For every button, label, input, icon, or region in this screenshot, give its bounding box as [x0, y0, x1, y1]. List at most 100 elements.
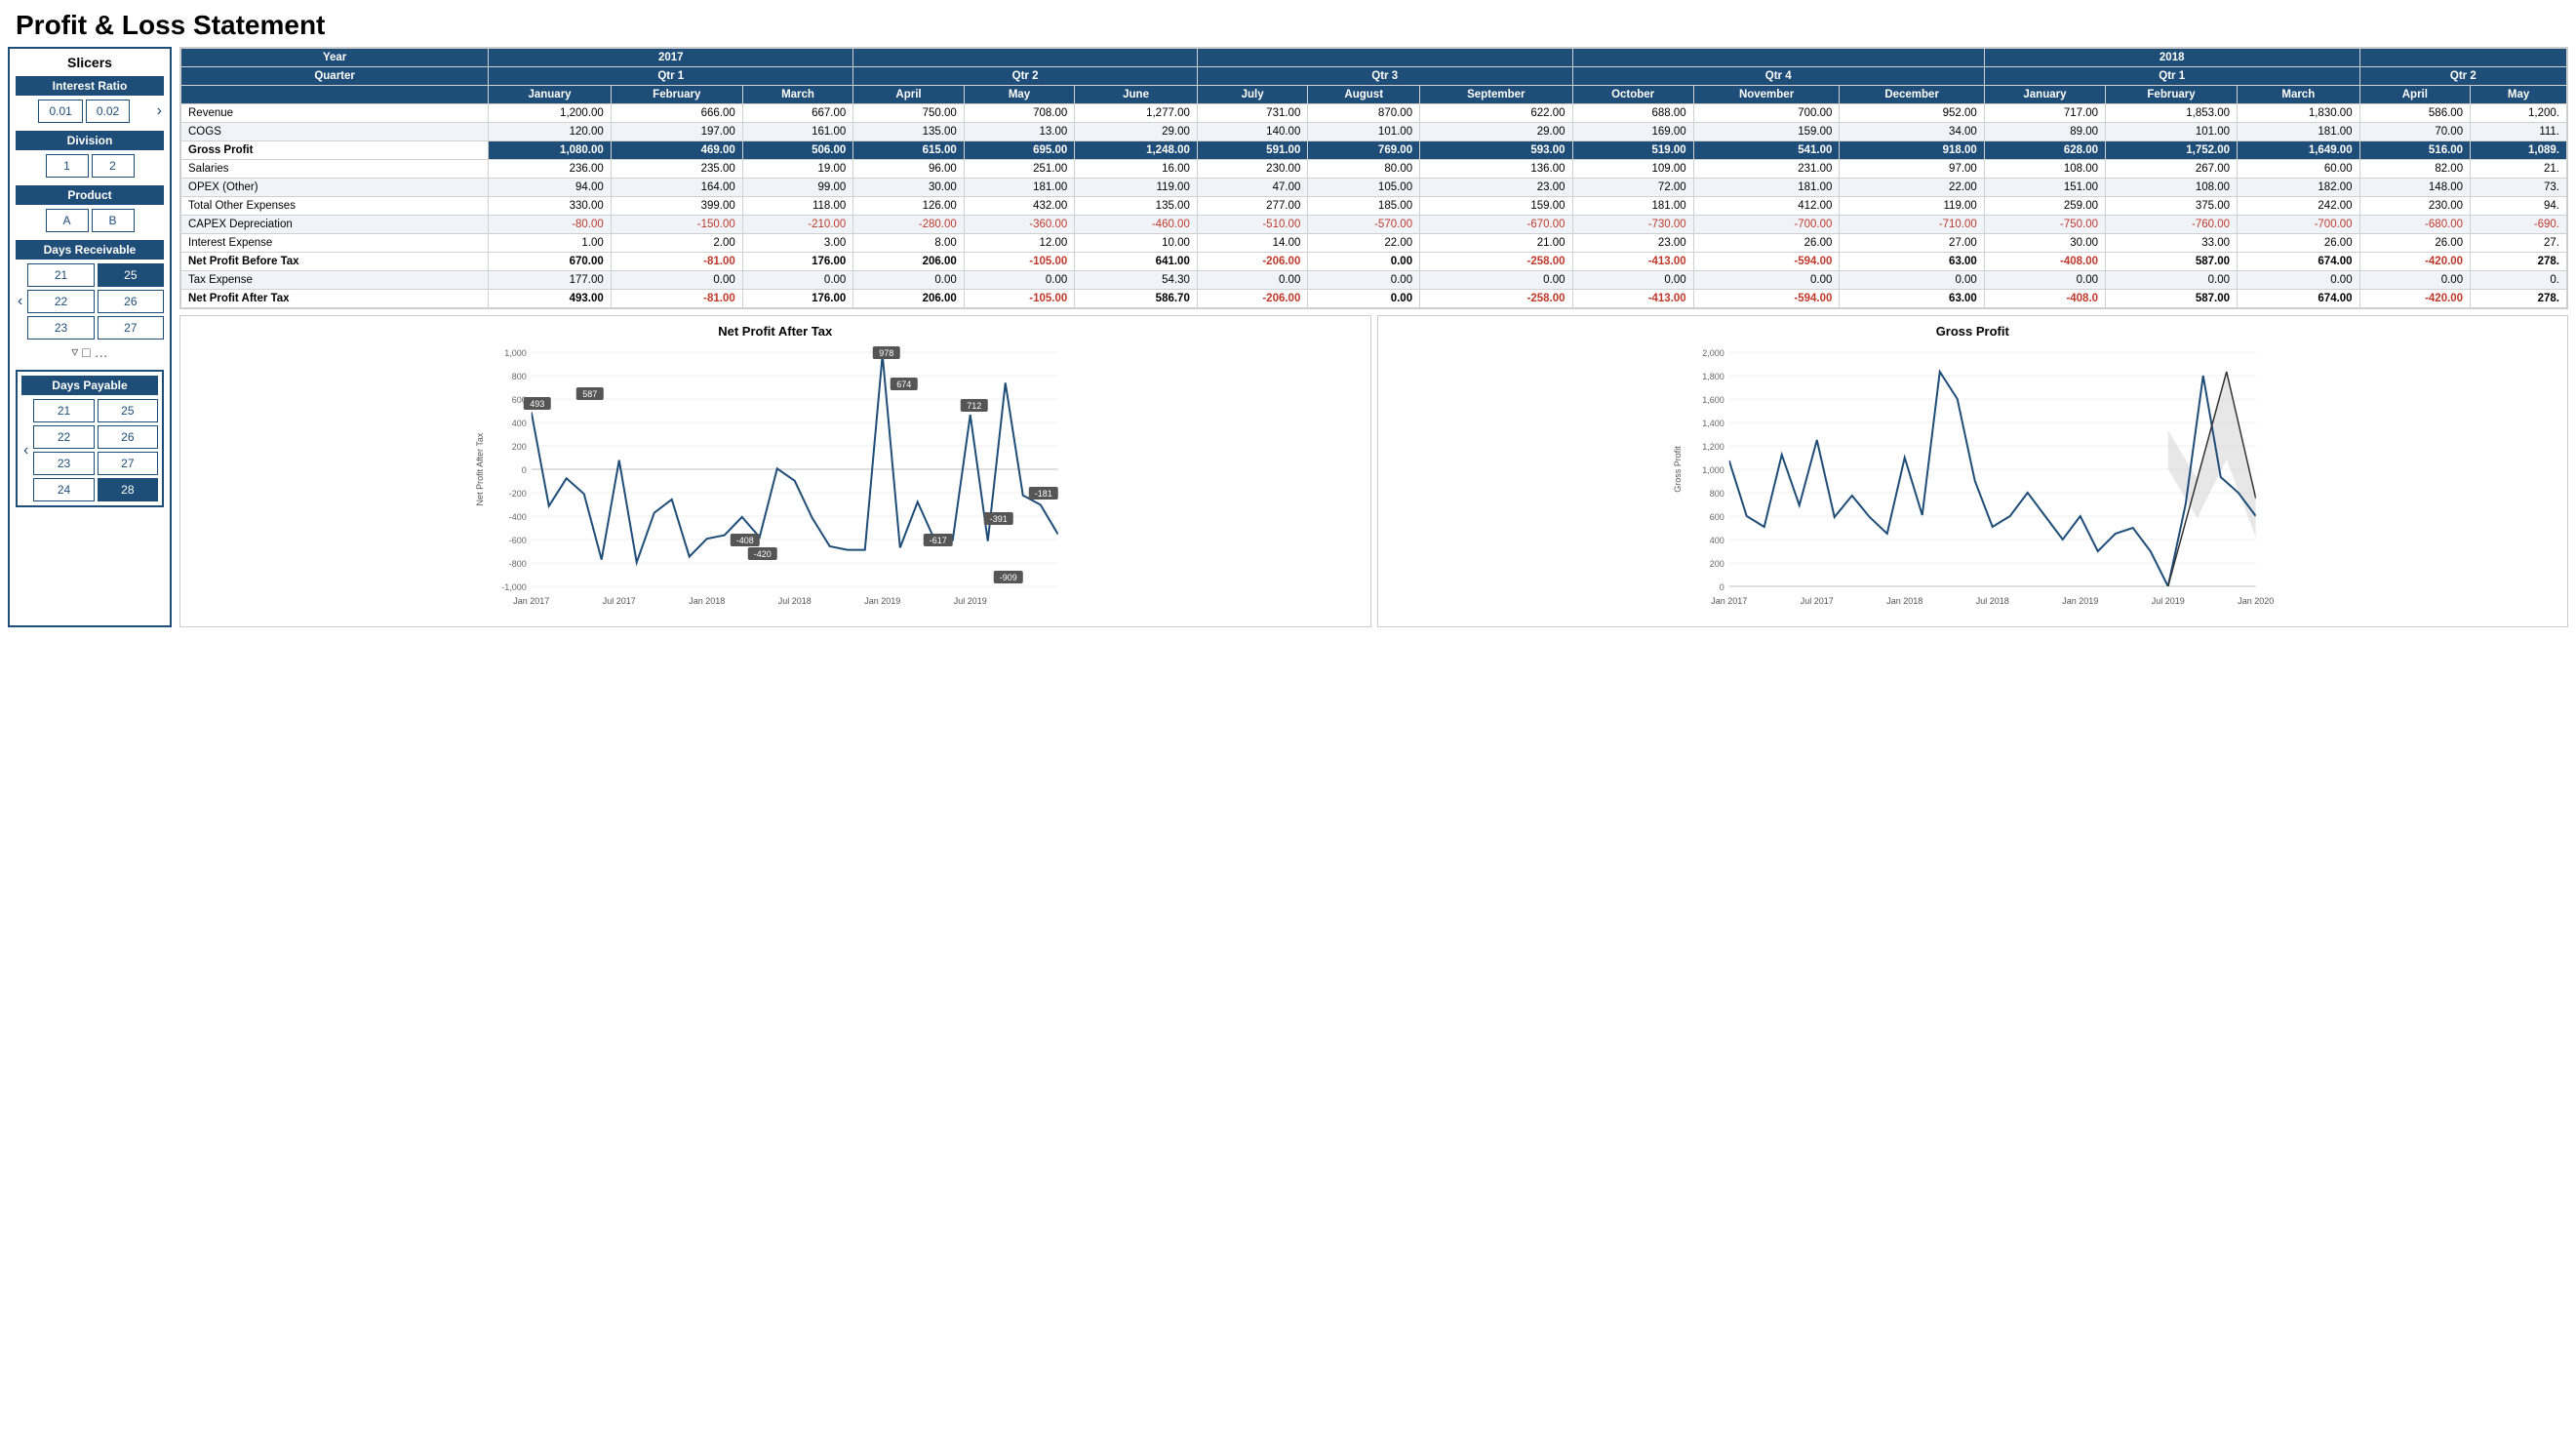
- svg-text:-408: -408: [736, 536, 754, 545]
- slicer-item-prodA[interactable]: A: [46, 209, 89, 232]
- slicer-item-rec25[interactable]: 25: [98, 263, 164, 287]
- svg-text:-400: -400: [509, 512, 527, 522]
- label-npat: Net Profit After Tax: [181, 290, 489, 308]
- header-dec: December: [1840, 86, 1984, 104]
- slicer-item-pay23[interactable]: 23: [33, 452, 94, 475]
- slicers-panel: Slicers Interest Ratio 0.01 0.02 › Divis…: [8, 47, 172, 627]
- header-mar2: March: [2238, 86, 2360, 104]
- svg-text:Net Profit After Tax: Net Profit After Tax: [475, 432, 485, 505]
- svg-text:Jan 2019: Jan 2019: [864, 596, 900, 606]
- svg-text:Jan 2017: Jan 2017: [1711, 596, 1747, 606]
- slicer-item-001[interactable]: 0.01: [38, 100, 82, 123]
- slicer-item-rec22[interactable]: 22: [27, 290, 94, 313]
- svg-text:Jul 2017: Jul 2017: [603, 596, 636, 606]
- slicer-item-pay27[interactable]: 27: [98, 452, 158, 475]
- label-cogs: COGS: [181, 123, 489, 141]
- header-2017-q3: [1197, 49, 1572, 67]
- svg-text:1,400: 1,400: [1702, 419, 1724, 428]
- svg-text:Jan 2017: Jan 2017: [513, 596, 549, 606]
- svg-text:-600: -600: [509, 536, 527, 545]
- svg-text:1,000: 1,000: [504, 348, 527, 358]
- gross-profit-chart: Gross Profit 0 200 400 600: [1377, 315, 2569, 627]
- slicer-item-rec26[interactable]: 26: [98, 290, 164, 313]
- header-2018-q2: [2359, 49, 2566, 67]
- interest-ratio-slicer: Interest Ratio 0.01 0.02 ›: [16, 76, 164, 123]
- row-gross-profit: Gross Profit 1,080.00 469.00 506.00 615.…: [181, 141, 2567, 160]
- svg-text:200: 200: [1709, 559, 1724, 569]
- svg-text:Jul 2017: Jul 2017: [1800, 596, 1833, 606]
- header-jul: July: [1197, 86, 1308, 104]
- header-apr: April: [853, 86, 965, 104]
- svg-text:674: 674: [896, 380, 911, 389]
- days-payable-slicer: Days Payable ‹ 21 25 22 26 23 27 24 28: [16, 370, 164, 507]
- slicer-item-002[interactable]: 0.02: [86, 100, 130, 123]
- svg-text:Jul 2018: Jul 2018: [1975, 596, 2008, 606]
- more-icon[interactable]: …: [95, 344, 108, 360]
- net-profit-svg: -1,000 -800 -600 -400 -200 0 200 400: [188, 342, 1363, 616]
- row-npat: Net Profit After Tax 493.00 -81.00 176.0…: [181, 290, 2567, 308]
- svg-text:800: 800: [1709, 489, 1724, 499]
- svg-text:-391: -391: [990, 514, 1008, 524]
- header-month-label: [181, 86, 489, 104]
- clear-icon[interactable]: □: [82, 344, 90, 360]
- slicer-item-rec21[interactable]: 21: [27, 263, 94, 287]
- svg-text:-420: -420: [754, 549, 772, 559]
- row-tax: Tax Expense 177.00 0.00 0.00 0.00 0.00 5…: [181, 271, 2567, 290]
- svg-text:600: 600: [1709, 512, 1724, 522]
- slicer-item-pay25[interactable]: 25: [98, 399, 158, 422]
- label-gross-profit: Gross Profit: [181, 141, 489, 160]
- row-capex: CAPEX Depreciation -80.00 -150.00 -210.0…: [181, 216, 2567, 234]
- header-nov: November: [1693, 86, 1840, 104]
- slicers-title: Slicers: [16, 55, 164, 70]
- slicer-item-div2[interactable]: 2: [92, 154, 135, 178]
- slicer-item-pay28[interactable]: 28: [98, 478, 158, 501]
- svg-text:-200: -200: [509, 489, 527, 499]
- svg-text:978: 978: [879, 348, 893, 358]
- slicer-item-pay26[interactable]: 26: [98, 425, 158, 449]
- svg-text:Jan 2018: Jan 2018: [1886, 596, 1922, 606]
- product-label: Product: [16, 185, 164, 205]
- svg-text:1,000: 1,000: [1702, 465, 1724, 475]
- header-oct: October: [1572, 86, 1693, 104]
- svg-text:Jul 2019: Jul 2019: [954, 596, 987, 606]
- days-receivable-label: Days Receivable: [16, 240, 164, 260]
- header-2017-q4: [1572, 49, 1984, 67]
- slicer-item-div1[interactable]: 1: [46, 154, 89, 178]
- svg-text:0: 0: [1719, 582, 1724, 592]
- division-slicer: Division 1 2: [16, 131, 164, 178]
- header-may: May: [964, 86, 1075, 104]
- header-may2: May: [2471, 86, 2567, 104]
- header-qtr1-2018: Qtr 1: [1984, 67, 2359, 86]
- header-qtr2-2018: Qtr 2: [2359, 67, 2566, 86]
- svg-text:493: 493: [530, 399, 544, 409]
- svg-text:Jul 2018: Jul 2018: [778, 596, 812, 606]
- header-qtr2-2017: Qtr 2: [853, 67, 1198, 86]
- svg-text:-800: -800: [509, 559, 527, 569]
- net-profit-chart: Net Profit After Tax -1,000 -800 -600: [179, 315, 1371, 627]
- days-receivable-prev[interactable]: ‹: [16, 293, 24, 310]
- label-opex: OPEX (Other): [181, 179, 489, 197]
- filter-icon[interactable]: ▿: [71, 343, 78, 360]
- slicer-item-rec23[interactable]: 23: [27, 316, 94, 340]
- slicer-item-prodB[interactable]: B: [92, 209, 135, 232]
- gross-profit-chart-title: Gross Profit: [1386, 324, 2560, 339]
- header-mar: March: [742, 86, 853, 104]
- svg-text:-181: -181: [1035, 489, 1052, 499]
- slicer-item-pay21[interactable]: 21: [33, 399, 94, 422]
- slicer-item-pay22[interactable]: 22: [33, 425, 94, 449]
- label-revenue: Revenue: [181, 104, 489, 123]
- label-total-other: Total Other Expenses: [181, 197, 489, 216]
- svg-text:Jan 2019: Jan 2019: [2062, 596, 2098, 606]
- header-2017-q2: [853, 49, 1198, 67]
- days-payable-prev[interactable]: ‹: [21, 442, 30, 460]
- svg-text:712: 712: [967, 401, 981, 411]
- slicer-item-pay24[interactable]: 24: [33, 478, 94, 501]
- header-aug: August: [1308, 86, 1420, 104]
- interest-ratio-nav-next[interactable]: ›: [155, 102, 164, 120]
- header-jan: January: [489, 86, 612, 104]
- svg-text:0: 0: [522, 465, 527, 475]
- slicer-filter-icons: ▿ □ …: [16, 340, 164, 362]
- row-interest: Interest Expense 1.00 2.00 3.00 8.00 12.…: [181, 234, 2567, 253]
- slicer-item-rec27[interactable]: 27: [98, 316, 164, 340]
- svg-text:Jul 2019: Jul 2019: [2151, 596, 2184, 606]
